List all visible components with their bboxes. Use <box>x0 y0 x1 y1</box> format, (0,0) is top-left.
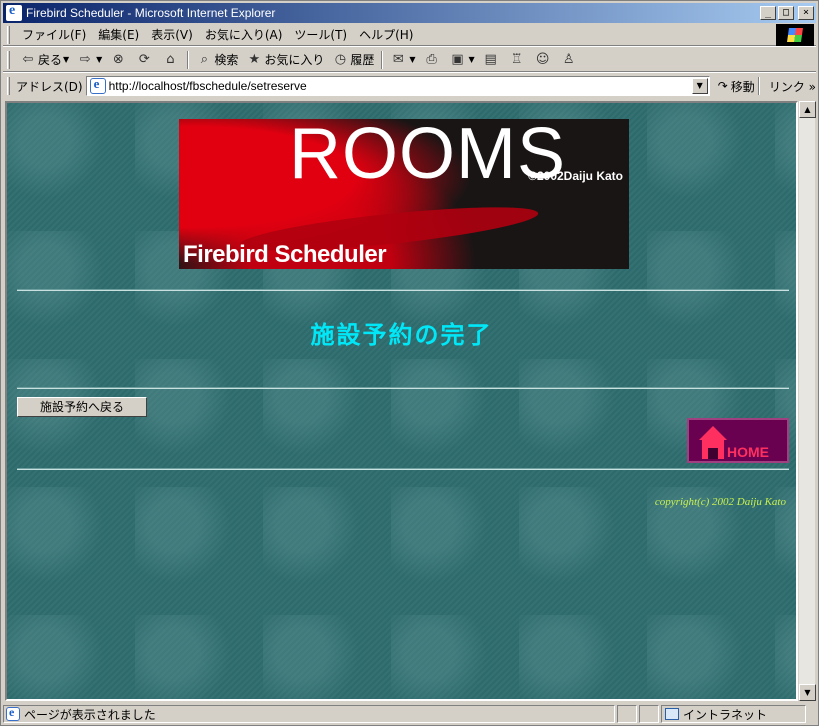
home-link[interactable]: HOME <box>687 418 789 463</box>
scroll-up-icon[interactable]: ▲ <box>799 101 816 118</box>
intranet-icon <box>665 708 679 720</box>
back-dropdown-icon[interactable]: ▼ <box>63 55 69 64</box>
edit-icon: ▣ <box>451 51 464 67</box>
status-main: ページが表示されました <box>3 705 615 723</box>
close-button[interactable]: × <box>798 6 814 20</box>
contacts-icon: ♙ <box>562 51 575 67</box>
page-content: ROOMS ©2002Daiju Kato Firebird Scheduler… <box>5 101 798 701</box>
search-button[interactable]: ⌕ 検索 <box>192 49 242 71</box>
history-button[interactable]: ◷ 履歴 <box>328 49 378 71</box>
links-label: リンク <box>768 79 805 94</box>
rooms-banner: ROOMS ©2002Daiju Kato Firebird Scheduler <box>179 119 629 269</box>
status-cell <box>617 705 637 723</box>
stop-button[interactable]: ⊗ <box>106 49 132 71</box>
address-bar: アドレス(D) http://localhost/fbschedule/setr… <box>3 74 816 98</box>
address-input[interactable]: http://localhost/fbschedule/setreserve <box>109 79 692 93</box>
windows-logo-icon <box>776 24 814 46</box>
page-done-icon <box>6 705 20 721</box>
menu-bar: ファイル(F) 編集(E) 表示(V) お気に入り(A) ツール(T) ヘルプ(… <box>3 24 816 46</box>
toolbar-grip <box>7 50 10 69</box>
menu-tools[interactable]: ツール(T) <box>288 26 353 43</box>
menu-grip <box>7 25 10 44</box>
banner-subtitle: Firebird Scheduler <box>183 241 387 268</box>
favorites-icon: ★ <box>248 51 261 67</box>
history-label: 履歴 <box>350 53 375 67</box>
banner-copyright: ©2002Daiju Kato <box>528 169 623 183</box>
banner-title: ROOMS <box>289 119 567 194</box>
menu-edit[interactable]: 編集(E) <box>92 26 145 43</box>
mail-dropdown-icon[interactable]: ▼ <box>409 55 415 64</box>
house-icon <box>699 426 727 460</box>
page-icon <box>89 76 106 94</box>
print-icon: ⎙ <box>426 51 437 67</box>
divider-middle <box>17 387 789 389</box>
zone-label: イントラネット <box>683 707 768 722</box>
go-button[interactable]: ↷ 移動 <box>718 78 755 95</box>
research-button[interactable]: ♖ <box>505 49 531 71</box>
back-button[interactable]: ⇦ 戻る ▼ <box>16 49 73 71</box>
ie-app-icon[interactable] <box>6 3 22 21</box>
address-dropdown-icon[interactable]: ▼ <box>691 78 708 94</box>
forward-button[interactable]: ⇨ ▼ <box>73 49 106 71</box>
go-arrow-icon: ↷ <box>717 79 728 93</box>
divider-top <box>17 289 789 291</box>
toolbar-separator <box>381 50 384 69</box>
home-toolbar-button[interactable]: ⌂ <box>158 49 184 71</box>
research-icon: ♖ <box>510 51 523 67</box>
status-cell <box>639 705 659 723</box>
history-icon: ◷ <box>334 51 347 67</box>
chevron-right-icon: » <box>808 79 816 94</box>
forward-arrow-icon: ⇨ <box>79 51 91 67</box>
home-link-label: HOME <box>727 444 769 460</box>
go-label: 移動 <box>730 79 755 94</box>
stop-icon: ⊗ <box>112 51 124 67</box>
standard-toolbar: ⇦ 戻る ▼ ⇨ ▼ ⊗ ⟳ ⌂ ⌕ 検索 ★ お気に入り ◷ 履歴 ✉ ▼ ⎙ <box>3 48 816 72</box>
browser-window: Firebird Scheduler - Microsoft Internet … <box>0 0 819 726</box>
copyright-text: copyright(c) 2002 Daiju Kato <box>654 496 786 508</box>
favorites-label: お気に入り <box>264 53 325 67</box>
contacts-button[interactable]: ♙ <box>557 49 583 71</box>
address-field[interactable]: http://localhost/fbschedule/setreserve ▼ <box>85 76 710 96</box>
back-arrow-icon: ⇦ <box>22 51 34 67</box>
back-to-reservation-button[interactable]: 施設予約へ戻る <box>17 397 147 417</box>
forward-dropdown-icon[interactable]: ▼ <box>96 55 102 64</box>
refresh-button[interactable]: ⟳ <box>132 49 158 71</box>
links-button[interactable]: リンク » <box>769 78 816 95</box>
divider-bottom <box>17 468 789 470</box>
window-title: Firebird Scheduler - Microsoft Internet … <box>26 6 276 20</box>
page-title: 施設予約の完了 <box>310 320 493 349</box>
maximize-button[interactable]: □ <box>778 6 794 20</box>
status-bar: ページが表示されました イントラネット <box>3 703 816 725</box>
menu-favorites[interactable]: お気に入り(A) <box>199 26 289 43</box>
print-button[interactable]: ⎙ <box>420 49 446 71</box>
title-bar: Firebird Scheduler - Microsoft Internet … <box>3 3 816 23</box>
scroll-down-icon[interactable]: ▼ <box>799 684 816 701</box>
edit-dropdown-icon[interactable]: ▼ <box>469 55 475 64</box>
discuss-icon: ▤ <box>484 51 497 67</box>
edit-button[interactable]: ▣ ▼ <box>446 49 479 71</box>
address-separator <box>757 77 760 95</box>
messenger-icon: ☺ <box>535 51 550 67</box>
toolbar-separator <box>187 50 190 69</box>
refresh-icon: ⟳ <box>138 51 150 67</box>
mail-button[interactable]: ✉ ▼ <box>386 49 419 71</box>
mail-icon: ✉ <box>392 51 404 67</box>
address-label: アドレス(D) <box>15 79 83 94</box>
status-text: ページが表示されました <box>24 707 156 722</box>
search-icon: ⌕ <box>200 51 208 67</box>
security-zone: イントラネット <box>661 705 806 723</box>
vertical-scrollbar[interactable]: ▲ ▼ <box>798 101 816 701</box>
minimize-button[interactable]: _ <box>760 6 776 20</box>
messenger-button[interactable]: ☺ <box>531 49 557 71</box>
menu-file[interactable]: ファイル(F) <box>16 26 92 43</box>
search-label: 検索 <box>214 53 239 67</box>
favorites-button[interactable]: ★ お気に入り <box>242 49 328 71</box>
menu-help[interactable]: ヘルプ(H) <box>353 26 419 43</box>
menu-view[interactable]: 表示(V) <box>145 26 199 43</box>
discuss-button[interactable]: ▤ <box>479 49 505 71</box>
back-label: 戻る <box>38 53 63 67</box>
home-icon: ⌂ <box>166 51 175 67</box>
address-grip <box>7 77 10 95</box>
